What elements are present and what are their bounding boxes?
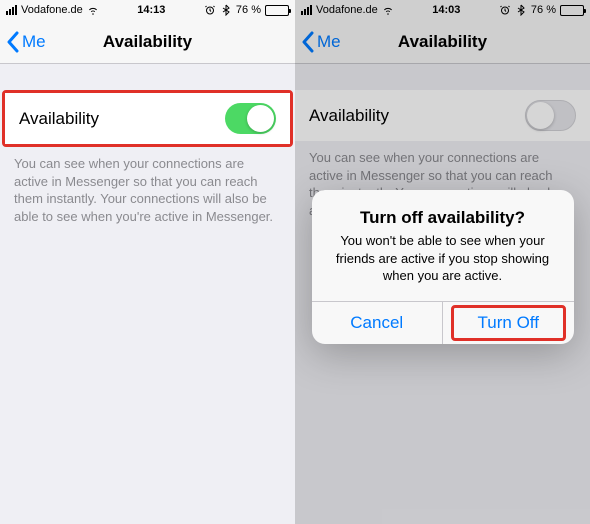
availability-toggle[interactable]	[225, 103, 276, 134]
signal-icon	[6, 5, 17, 15]
back-button[interactable]: Me	[0, 31, 46, 53]
battery-pct-label: 76 %	[531, 4, 556, 16]
status-bar: Vodafone.de 14:03 76 %	[295, 0, 590, 20]
availability-label: Availability	[309, 106, 389, 126]
phone-right: Vodafone.de 14:03 76 % Me	[295, 0, 590, 524]
bluetooth-icon	[220, 4, 232, 16]
bluetooth-icon	[515, 4, 527, 16]
back-button[interactable]: Me	[295, 31, 341, 53]
availability-row-highlight: Availability	[2, 90, 293, 147]
phone-left: Vodafone.de 14:13 76 % Me	[0, 0, 295, 524]
back-label: Me	[22, 32, 46, 52]
nav-bar: Me Availability	[0, 20, 295, 64]
carrier-label: Vodafone.de	[316, 4, 378, 16]
availability-row[interactable]: Availability	[295, 90, 590, 141]
status-time: 14:03	[394, 4, 499, 16]
alert-message: You won't be able to see when your frien…	[328, 232, 558, 285]
cancel-button[interactable]: Cancel	[312, 302, 443, 344]
battery-icon	[560, 5, 584, 16]
wifi-icon	[87, 4, 99, 16]
turn-off-button[interactable]: Turn Off	[442, 302, 574, 344]
back-label: Me	[317, 32, 341, 52]
battery-pct-label: 76 %	[236, 4, 261, 16]
turn-off-alert: Turn off availability? You won't be able…	[312, 190, 574, 344]
carrier-label: Vodafone.de	[21, 4, 83, 16]
wifi-icon	[382, 4, 394, 16]
chevron-left-icon	[6, 31, 19, 53]
availability-label: Availability	[19, 109, 99, 129]
availability-toggle[interactable]	[525, 100, 576, 131]
availability-row[interactable]: Availability	[5, 93, 290, 144]
alarm-icon	[204, 4, 216, 16]
status-bar: Vodafone.de 14:13 76 %	[0, 0, 295, 20]
alarm-icon	[499, 4, 511, 16]
chevron-left-icon	[301, 31, 314, 53]
alert-title: Turn off availability?	[328, 208, 558, 228]
availability-row-wrap: Availability	[295, 90, 590, 141]
battery-icon	[265, 5, 289, 16]
nav-bar: Me Availability	[295, 20, 590, 64]
status-time: 14:13	[99, 4, 204, 16]
signal-icon	[301, 5, 312, 15]
availability-description: You can see when your connections are ac…	[0, 147, 295, 225]
